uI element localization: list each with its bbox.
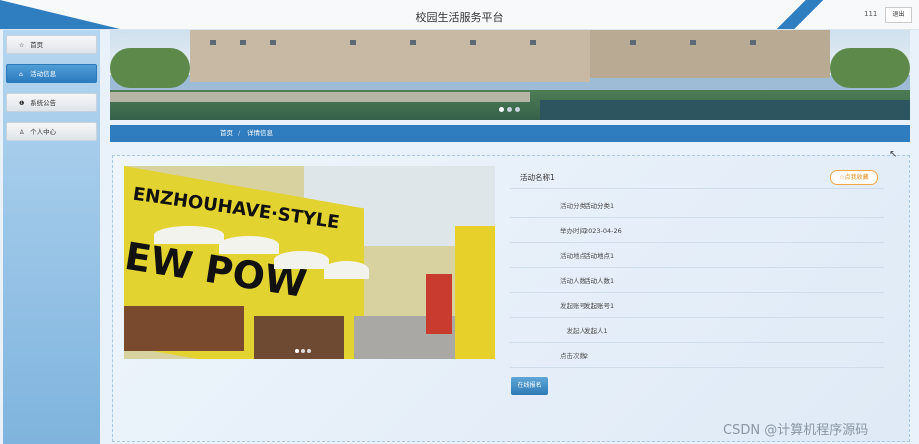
banner-path: [110, 92, 530, 102]
detail-row-date: 举办时间 2023-04-26: [510, 220, 884, 243]
carousel-dot[interactable]: [307, 349, 311, 353]
sidebar: ☆ 首页 ⌂ 活动信息 ❶ 系统公告 ♙ 个人中心: [3, 30, 100, 444]
sidebar-item-activities[interactable]: ⌂ 活动信息: [6, 64, 97, 83]
photo-red-booth: [426, 274, 452, 334]
breadcrumb: 首页 / 详情信息: [110, 125, 910, 142]
detail-row-organizer: 发起人 发起人1: [510, 320, 884, 343]
banner-window: [630, 40, 636, 45]
star-icon: ☆: [19, 42, 25, 49]
banner-window: [690, 40, 696, 45]
breadcrumb-home[interactable]: 首页: [220, 125, 233, 142]
field-value: 发起账号1: [584, 302, 615, 310]
carousel-dot[interactable]: [507, 107, 512, 112]
banner-carousel[interactable]: [110, 30, 910, 120]
banner-window: [470, 40, 476, 45]
photo-stall: [124, 306, 244, 351]
carousel-dot[interactable]: [515, 107, 520, 112]
top-bar: 校园生活服务平台 111 退出: [0, 0, 919, 30]
logout-button[interactable]: 退出: [885, 7, 912, 23]
sidebar-item-profile[interactable]: ♙ 个人中心: [6, 122, 97, 141]
field-label: 举办时间: [560, 227, 586, 235]
activity-name-row: 活动名称1 ☆点我收藏: [510, 166, 884, 189]
field-value: 2023-04-26: [584, 227, 622, 235]
photo-umbrella: [154, 226, 224, 244]
sidebar-item-label: 个人中心: [30, 128, 57, 136]
field-label: 活动分类: [560, 202, 586, 210]
site-title: 校园生活服务平台: [415, 11, 504, 24]
detail-row-category: 活动分类 活动分类1: [510, 195, 884, 218]
field-value: 活动分类1: [584, 202, 615, 210]
field-value: 发起人1: [584, 327, 608, 335]
field-label: 活动地点: [560, 252, 586, 260]
field-value: 活动人数1: [584, 277, 615, 285]
sidebar-item-announcements[interactable]: ❶ 系统公告: [6, 93, 97, 112]
sidebar-item-label: 首页: [30, 41, 44, 49]
banner-window: [410, 40, 416, 45]
field-value: 活动地点1: [584, 252, 615, 260]
banner-window: [530, 40, 536, 45]
mouse-cursor-icon: ↖: [889, 149, 898, 160]
field-value: 2: [584, 352, 589, 360]
info-icon: ❶: [19, 100, 25, 107]
photo-umbrella: [219, 236, 279, 254]
detail-row-location: 活动地点 活动地点1: [510, 245, 884, 268]
banner-window: [350, 40, 356, 45]
detail-row-participants: 活动人数 活动人数1: [510, 270, 884, 293]
detail-row-clicks: 点击次数 2: [510, 345, 884, 368]
sidebar-item-home[interactable]: ☆ 首页: [6, 35, 97, 54]
watermark: CSDN @计算机程序源码: [723, 423, 869, 438]
banner-building: [190, 30, 590, 82]
banner-trees: [110, 48, 190, 88]
photo-sign-board: [455, 226, 495, 359]
photo-umbrella: [274, 251, 329, 269]
photo-indicator: [295, 347, 313, 355]
banner-window: [750, 40, 756, 45]
signup-button[interactable]: 在线报名: [511, 377, 548, 395]
detail-row-organizer-account: 发起账号 发起账号1: [510, 295, 884, 318]
sidebar-item-label: 活动信息: [30, 70, 57, 78]
carousel-dot[interactable]: [499, 107, 504, 112]
breadcrumb-current: 详情信息: [247, 129, 273, 137]
user-icon: ♙: [19, 129, 25, 136]
field-label: 发起账号: [560, 302, 586, 310]
banner-court: [540, 100, 910, 120]
banner-indicator: [499, 106, 523, 114]
field-label: 点击次数: [560, 352, 586, 360]
banner-trees: [830, 48, 910, 88]
username-label: 111: [864, 10, 878, 18]
favorite-button[interactable]: ☆点我收藏: [830, 170, 878, 185]
banner-building: [590, 30, 830, 78]
breadcrumb-separator: /: [238, 129, 241, 137]
activity-photo-carousel[interactable]: ENZHOUHAVE·STYLE EW POW: [124, 166, 495, 359]
home-icon: ⌂: [19, 71, 23, 78]
photo-umbrella: [324, 261, 369, 279]
activity-name: 活动名称1: [520, 173, 555, 182]
banner-window: [240, 40, 246, 45]
field-label: 活动人数: [560, 277, 586, 285]
banner-window: [210, 40, 216, 45]
carousel-dot[interactable]: [295, 349, 299, 353]
sidebar-item-label: 系统公告: [30, 99, 57, 107]
banner-window: [270, 40, 276, 45]
carousel-dot[interactable]: [301, 349, 305, 353]
